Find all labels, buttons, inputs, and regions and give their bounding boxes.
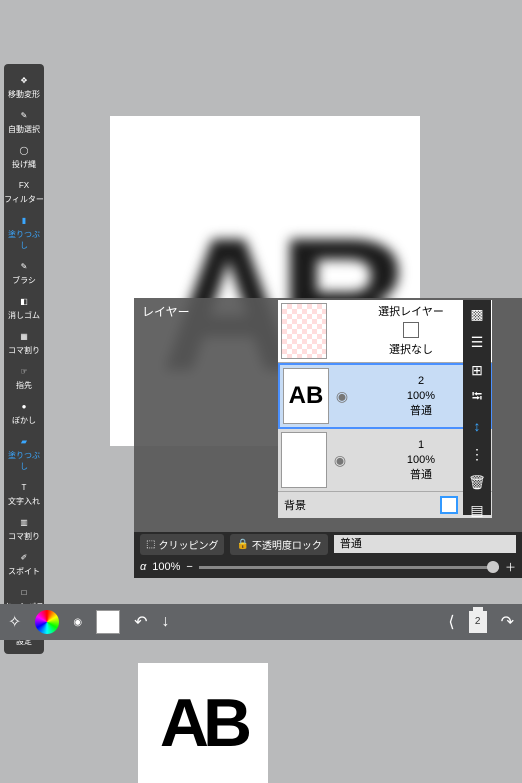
visibility-icon[interactable]: ◉ [330, 452, 350, 469]
visibility-icon[interactable]: ◉ [332, 388, 352, 405]
layer-panel: レイヤー AB ＋⊞📷⟲⤴ 選択レイヤー 選択なし AB◉2100%普通◉110… [134, 298, 522, 578]
back-icon[interactable]: ⟨ [448, 612, 454, 632]
redo-button[interactable]: ↷ [501, 612, 514, 632]
layer-bg-row: 背景 [278, 492, 492, 518]
tool-塗りつぶし[interactable]: ▰塗りつぶし [4, 429, 44, 475]
layer-side-btn-6[interactable]: 🗑 [463, 468, 491, 496]
connect-icon[interactable]: ✧ [8, 612, 21, 632]
clipping-button[interactable]: ⬚ クリッピング [140, 534, 224, 555]
layer-thumb [281, 432, 327, 488]
alpha-plus-button[interactable]: ＋ [505, 559, 516, 575]
tool-指先[interactable]: ☞指先 [4, 359, 44, 394]
layer-side-btn-7[interactable]: ▤ [463, 496, 491, 524]
pages-badge[interactable]: 2 [469, 611, 487, 633]
tool-フィルター[interactable]: FXフィルター [4, 173, 44, 208]
layer-side-btn-0[interactable]: ▩ [463, 300, 491, 328]
alpha-value: 100% [152, 561, 180, 573]
color-wheel[interactable] [35, 610, 59, 634]
tool-コマ割り[interactable]: ▦コマ割り [4, 324, 44, 359]
tool-sidebar: ✥移動変形✎自動選択◯投げ縄FXフィルター▮塗りつぶし✎ブラシ◧消しゴム▦コマ割… [4, 64, 44, 654]
tool-投げ縄[interactable]: ◯投げ縄 [4, 138, 44, 173]
bottom-toolbar: ✧ ◉ ↶ ↓ ⟨ 2 ↷ [0, 604, 522, 640]
brush-size-icon[interactable]: ◉ [73, 617, 82, 628]
layer-row[interactable]: ◉1100%普通 [278, 429, 492, 492]
alpha-slider[interactable] [199, 566, 499, 569]
alpha-minus-button[interactable]: − [186, 561, 192, 573]
tool-ブラシ[interactable]: ✎ブラシ [4, 254, 44, 289]
alpha-label: α [140, 561, 146, 573]
undo-button[interactable]: ↶ [134, 612, 147, 632]
tool-自動選択[interactable]: ✎自動選択 [4, 103, 44, 138]
selection-row: 選択レイヤー 選択なし [278, 300, 492, 363]
layer-side-btn-4[interactable]: ↕ [463, 412, 491, 440]
layer-preview-content: AB [138, 663, 268, 783]
layer-side-btn-3[interactable]: ⭾ [463, 384, 491, 412]
tool-消しゴム[interactable]: ◧消しゴム [4, 289, 44, 324]
tool-文字入れ[interactable]: T文字入れ [4, 475, 44, 510]
tool-スポイト[interactable]: ✐スポイト [4, 545, 44, 580]
layer-list: 選択レイヤー 選択なし AB◉2100%普通◉1100%普通 背景 ▩☰⊞⭾↕⋮… [278, 300, 492, 518]
layer-panel-bottom: ⬚ クリッピング 🔒 不透明度ロック 普通 α 100% − ＋ [134, 532, 522, 578]
arrow-down-icon[interactable]: ↓ [162, 613, 170, 631]
bg-color-1[interactable] [440, 496, 458, 514]
color-swatch[interactable] [96, 610, 120, 634]
layer-side-btn-5[interactable]: ⋮ [463, 440, 491, 468]
tool-塗りつぶし[interactable]: ▮塗りつぶし [4, 208, 44, 254]
layer-thumb: AB [283, 368, 329, 424]
tool-コマ割り[interactable]: ▥コマ割り [4, 510, 44, 545]
layer-side-btn-2[interactable]: ⊞ [463, 356, 491, 384]
layer-preview: AB [138, 663, 268, 783]
selection-checkbox[interactable] [403, 322, 419, 338]
blend-mode-select[interactable]: 普通 [334, 535, 516, 553]
tool-移動変形[interactable]: ✥移動変形 [4, 68, 44, 103]
opacity-lock-button[interactable]: 🔒 不透明度ロック [230, 534, 327, 555]
layer-side-btn-1[interactable]: ☰ [463, 328, 491, 356]
selection-thumb [281, 303, 327, 359]
layer-right-toolbar: ▩☰⊞⭾↕⋮🗑▤ [463, 300, 491, 515]
tool-ぼかし[interactable]: ●ぼかし [4, 394, 44, 429]
layer-row[interactable]: AB◉2100%普通 [278, 363, 492, 429]
bg-label: 背景 [284, 497, 306, 513]
